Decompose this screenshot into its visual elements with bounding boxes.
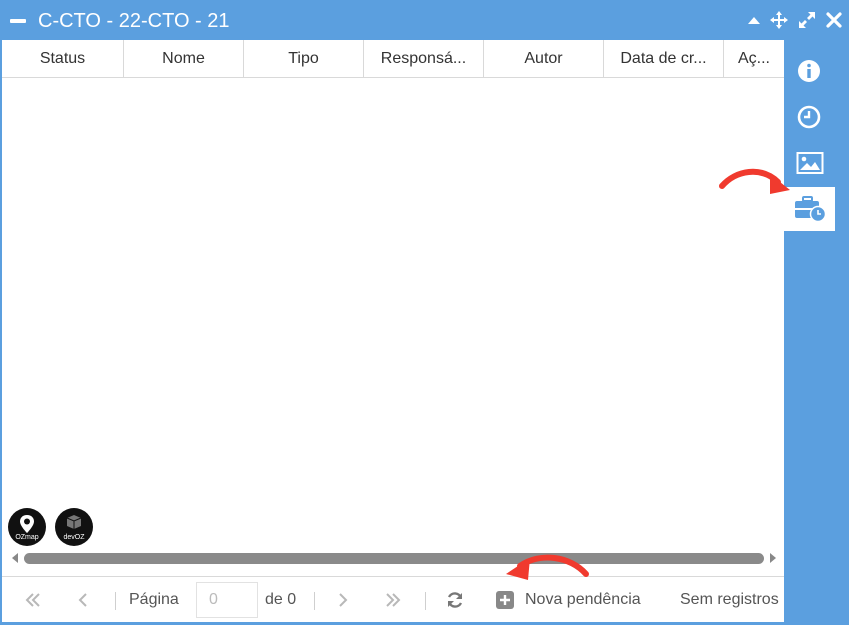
annotation-arrow-new-pending [506,554,589,580]
pager-separator [314,592,315,610]
last-page-icon[interactable] [384,592,402,608]
devoz-logo: devOZ [55,508,93,546]
grid-body [2,78,784,548]
main-panel: Status Nome Tipo Responsá... Autor Data … [2,40,784,622]
records-status: Sem registros [680,591,779,608]
devoz-logo-text: devOZ [63,534,85,541]
annotation-arrow-sidebar [719,168,790,194]
column-header-status[interactable]: Status [2,40,124,77]
close-icon[interactable] [824,10,844,30]
scrollbar-thumb[interactable] [24,553,764,564]
pager-separator [115,592,116,610]
column-header-responsavel[interactable]: Responsá... [364,40,484,77]
scroll-right-icon[interactable] [768,552,778,564]
next-page-icon[interactable] [336,592,350,608]
refresh-icon[interactable] [445,590,465,610]
column-header-data-criacao[interactable]: Data de cr... [604,40,724,77]
column-header-autor[interactable]: Autor [484,40,604,77]
right-sidebar [784,40,849,625]
info-icon [798,60,820,82]
move-icon[interactable] [769,10,789,30]
history-icon [797,105,821,129]
dialog-window: C-CTO - 22-CTO - 21 Status Nome Tipo Res… [0,0,849,625]
toolbox-clock-icon [795,196,826,223]
page-label: Página [129,591,179,608]
page-number-input[interactable] [196,582,258,618]
sidebar-item-history[interactable] [784,94,835,138]
expand-icon[interactable] [797,10,817,30]
pager-separator [425,592,426,610]
plus-square-icon [496,591,514,609]
ozmap-logo-text: OZmap [15,534,39,541]
column-header-nome[interactable]: Nome [124,40,244,77]
column-header-acoes[interactable]: Aç... [724,40,784,77]
ozmap-logo: OZmap [8,508,46,546]
first-page-icon[interactable] [24,592,42,608]
minimize-icon[interactable] [10,19,26,23]
collapse-up-icon[interactable] [744,10,764,30]
pager-bar: Página de 0 Nova pendê [2,576,784,623]
column-header-tipo[interactable]: Tipo [244,40,364,77]
title-bar: C-CTO - 22-CTO - 21 [0,0,849,40]
scroll-left-icon[interactable] [10,552,20,564]
page-total-label: de 0 [265,591,297,608]
grid-header: Status Nome Tipo Responsá... Autor Data … [2,40,784,78]
prev-page-icon[interactable] [76,592,90,608]
window-title: C-CTO - 22-CTO - 21 [38,10,230,32]
sidebar-item-info[interactable] [784,48,835,92]
image-icon [796,152,824,174]
horizontal-scrollbar[interactable] [2,548,784,568]
